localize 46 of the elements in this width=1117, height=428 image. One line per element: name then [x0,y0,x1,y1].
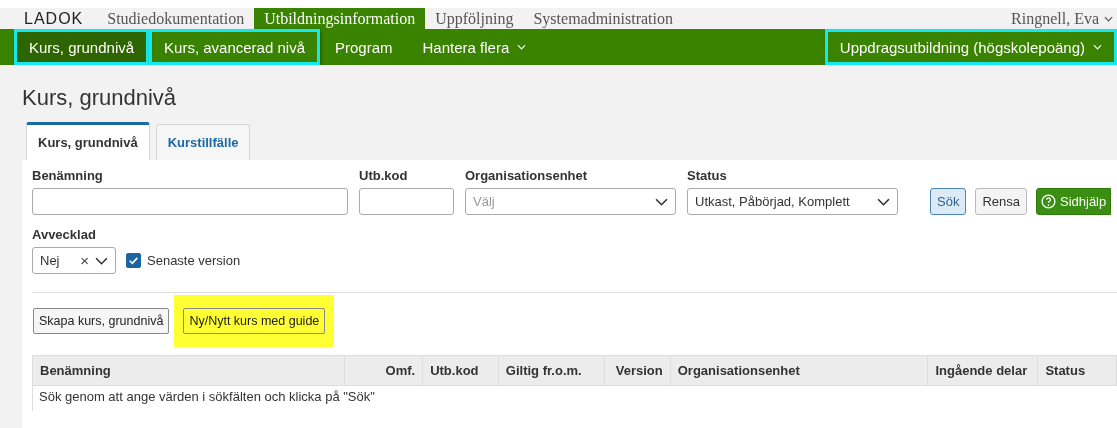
clear-icon[interactable]: × [80,252,89,269]
main-nav-item[interactable]: Uppföljning [425,8,524,29]
sub-nav-item[interactable]: Kurs, grundnivå [14,29,150,65]
column-header: Status [1038,356,1117,385]
chevron-icon [1093,44,1102,50]
chevron-icon [655,197,668,206]
button[interactable]: Skapa kurs, grundnivå [33,307,170,334]
column-header: Ingående delar [928,356,1039,385]
main-nav-item[interactable]: Systemadministration [523,8,683,29]
field-label: Utb.kod [359,168,409,183]
select-field[interactable]: Utkast, Påbörjad, Komplett [687,188,898,215]
input-field[interactable] [359,188,454,215]
column-header: Utb.kod [423,356,499,385]
button[interactable]: Ny/Nytt kurs med guide [183,307,326,334]
page-title: Kurs, grundnivå [22,84,178,112]
chevron-icon [1104,15,1113,22]
sub-nav-item[interactable]: Program [320,29,408,65]
help-icon [1041,194,1056,209]
select-field[interactable]: Nej × [32,247,116,274]
main-nav-item[interactable]: Studiedokumentation [97,8,255,29]
sub-nav-item[interactable]: Hantera flera [407,29,542,65]
field-label: Benämning [32,168,104,183]
column-header: Version [604,356,671,385]
button[interactable]: Sidhjälp [1036,188,1112,215]
checkbox-label: Senaste version [147,253,241,268]
sub-nav-item[interactable]: Kurs, avancerad nivå [149,29,320,65]
column-header: Organisationsenhet [670,356,929,385]
checkbox[interactable] [126,253,141,268]
chevron-icon [95,256,108,265]
column-header: Giltig fr.o.m. [498,356,605,385]
button[interactable]: Rensa [975,188,1027,215]
user-menu[interactable]: Ringnell, Eva [1011,8,1117,29]
column-header: Omf. [344,356,424,385]
field-label: Avvecklad [32,227,97,242]
input-field[interactable] [32,188,348,215]
chevron-icon [877,197,890,206]
field-label: Organisationsenhet [465,168,589,183]
main-nav-item[interactable]: Utbildningsinformation [254,8,426,29]
column-header: Benämning [33,356,345,385]
sub-nav-item[interactable]: Uppdragsutbildning (högskolepoäng) [824,29,1117,65]
button[interactable]: Sök [930,188,967,215]
empty-message: Sök genom att ange värden i sökfälten och klicka på "Sök" [39,389,375,404]
tab[interactable]: Kurstillfälle [155,124,251,160]
ladok-logo[interactable]: LADOK [0,8,98,29]
field-label: Status [687,168,728,183]
tab[interactable]: Kurs, grundnivå [26,122,150,160]
